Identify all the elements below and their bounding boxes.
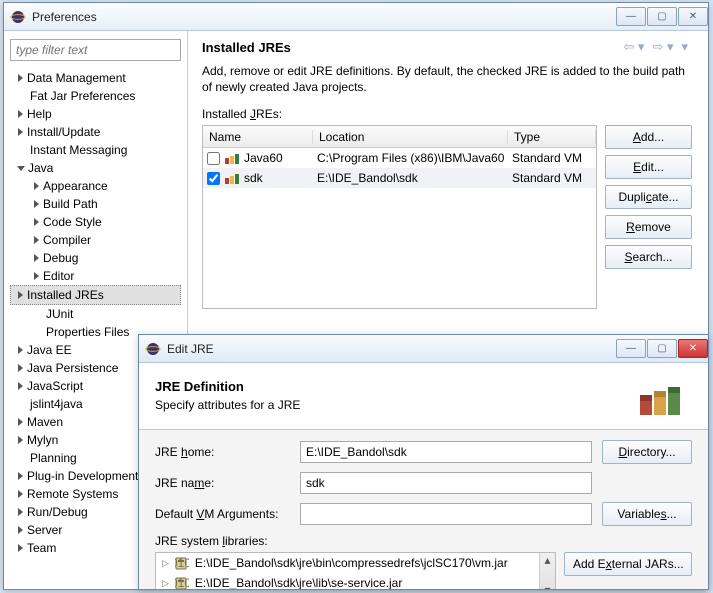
table-row[interactable]: sdk E:\IDE_Bandol\sdkStandard VM bbox=[203, 168, 596, 188]
tree-java-compiler[interactable]: Compiler bbox=[10, 231, 181, 249]
add-external-jars-button[interactable]: Add External JARs... bbox=[564, 552, 692, 576]
jre-type: Standard VM bbox=[508, 171, 596, 185]
jre-name: sdk bbox=[244, 171, 263, 185]
preferences-title: Preferences bbox=[32, 10, 615, 24]
jre-default-checkbox[interactable] bbox=[207, 152, 220, 165]
installed-jres-label: Installed JREs: bbox=[202, 107, 692, 121]
close-button[interactable]: ✕ bbox=[678, 7, 708, 26]
jar-icon: 010 bbox=[175, 556, 189, 570]
jre-icon bbox=[224, 171, 240, 185]
search-button[interactable]: Search... bbox=[605, 245, 692, 269]
jre-name: Java60 bbox=[244, 151, 283, 165]
minimize-button[interactable]: — bbox=[616, 339, 646, 358]
jar-icon: 010 bbox=[175, 576, 189, 589]
jre-home-label: JRE home: bbox=[155, 445, 290, 459]
col-location[interactable]: Location bbox=[313, 130, 508, 144]
jre-name-label: JRE name: bbox=[155, 476, 290, 490]
tree-help[interactable]: Help bbox=[10, 105, 181, 123]
eclipse-icon bbox=[10, 9, 26, 25]
edit-button[interactable]: Edit... bbox=[605, 155, 692, 179]
svg-text:010: 010 bbox=[175, 576, 189, 589]
jre-type: Standard VM bbox=[508, 151, 596, 165]
tree-java-debug[interactable]: Debug bbox=[10, 249, 181, 267]
col-type[interactable]: Type bbox=[508, 130, 596, 144]
filter-input[interactable] bbox=[10, 39, 181, 61]
tree-instant-messaging[interactable]: Instant Messaging bbox=[10, 141, 181, 159]
library-icon bbox=[636, 373, 692, 417]
jre-icon bbox=[224, 151, 240, 165]
default-vm-args-field[interactable] bbox=[300, 503, 592, 525]
nav-forward-icon[interactable]: ⇨ ▾ bbox=[648, 39, 677, 55]
page-title: Installed JREs bbox=[202, 40, 619, 55]
tree-java-codestyle[interactable]: Code Style bbox=[10, 213, 181, 231]
col-name[interactable]: Name bbox=[203, 130, 313, 144]
tree-java-buildpath[interactable]: Build Path bbox=[10, 195, 181, 213]
maximize-button[interactable]: ▢ bbox=[647, 7, 677, 26]
variables-button[interactable]: Variables... bbox=[602, 502, 692, 526]
jre-buttons: Add... Edit... Duplicate... Remove Searc… bbox=[605, 125, 692, 309]
banner-title: JRE Definition bbox=[155, 379, 636, 394]
jre-default-checkbox[interactable] bbox=[207, 172, 220, 185]
close-button[interactable]: ✕ bbox=[678, 339, 708, 358]
tree-java-junit[interactable]: JUnit bbox=[10, 305, 181, 323]
page-description: Add, remove or edit JRE definitions. By … bbox=[202, 63, 692, 95]
jre-home-field[interactable] bbox=[300, 441, 592, 463]
jre-location: C:\Program Files (x86)\IBM\Java60 bbox=[313, 151, 508, 165]
tree-fatjar[interactable]: Fat Jar Preferences bbox=[10, 87, 181, 105]
jre-location: E:\IDE_Bandol\sdk bbox=[313, 171, 508, 185]
dialog-banner: JRE Definition Specify attributes for a … bbox=[139, 363, 708, 430]
tree-install-update[interactable]: Install/Update bbox=[10, 123, 181, 141]
tree-java[interactable]: Java bbox=[10, 159, 181, 177]
lib-path: E:\IDE_Bandol\sdk\jre\lib\se-service.jar bbox=[195, 576, 402, 589]
tree-java-editor[interactable]: Editor bbox=[10, 267, 181, 285]
jre-table-header: Name Location Type bbox=[203, 126, 596, 148]
list-item[interactable]: ▷ 010 E:\IDE_Bandol\sdk\jre\lib\se-service… bbox=[156, 573, 539, 589]
jre-table: Name Location Type Java60 C:\Program File… bbox=[202, 125, 597, 309]
eclipse-icon bbox=[145, 341, 161, 357]
maximize-button[interactable]: ▢ bbox=[647, 339, 677, 358]
view-menu-icon[interactable]: ▾ bbox=[677, 39, 692, 55]
tree-java-appearance[interactable]: Appearance bbox=[10, 177, 181, 195]
table-row[interactable]: Java60 C:\Program Files (x86)\IBM\Java60S… bbox=[203, 148, 596, 168]
default-vm-args-label: Default VM Arguments: bbox=[155, 507, 290, 521]
edit-jre-titlebar[interactable]: Edit JRE — ▢ ✕ bbox=[139, 335, 708, 363]
edit-jre-dialog: Edit JRE — ▢ ✕ JRE Definition Specify at… bbox=[138, 334, 709, 590]
system-libs-label: JRE system libraries: bbox=[155, 534, 692, 548]
add-button[interactable]: Add... bbox=[605, 125, 692, 149]
edit-jre-title: Edit JRE bbox=[167, 342, 615, 356]
nav-back-icon[interactable]: ⇦ ▾ bbox=[619, 39, 648, 55]
preferences-titlebar[interactable]: Preferences — ▢ ✕ bbox=[4, 3, 708, 31]
svg-text:010: 010 bbox=[175, 556, 189, 570]
scrollbar[interactable]: ▴▾ bbox=[539, 553, 555, 589]
system-libs-list[interactable]: ▷ 010 E:\IDE_Bandol\sdk\jre\bin\compressed… bbox=[155, 552, 556, 589]
duplicate-button[interactable]: Duplicate... bbox=[605, 185, 692, 209]
lib-path: E:\IDE_Bandol\sdk\jre\bin\compressedrefs… bbox=[195, 556, 508, 570]
jre-name-field[interactable] bbox=[300, 472, 592, 494]
expand-icon[interactable]: ▷ bbox=[162, 558, 169, 569]
edit-jre-form: JRE home: Directory... JRE name: Default… bbox=[139, 430, 708, 589]
minimize-button[interactable]: — bbox=[616, 7, 646, 26]
list-item[interactable]: ▷ 010 E:\IDE_Bandol\sdk\jre\bin\compressed… bbox=[156, 553, 539, 573]
directory-button[interactable]: Directory... bbox=[602, 440, 692, 464]
tree-java-installed-jres[interactable]: Installed JREs bbox=[10, 285, 181, 305]
expand-icon[interactable]: ▷ bbox=[162, 578, 169, 589]
banner-subtitle: Specify attributes for a JRE bbox=[155, 398, 636, 412]
tree-data-management[interactable]: Data Management bbox=[10, 69, 181, 87]
remove-button[interactable]: Remove bbox=[605, 215, 692, 239]
